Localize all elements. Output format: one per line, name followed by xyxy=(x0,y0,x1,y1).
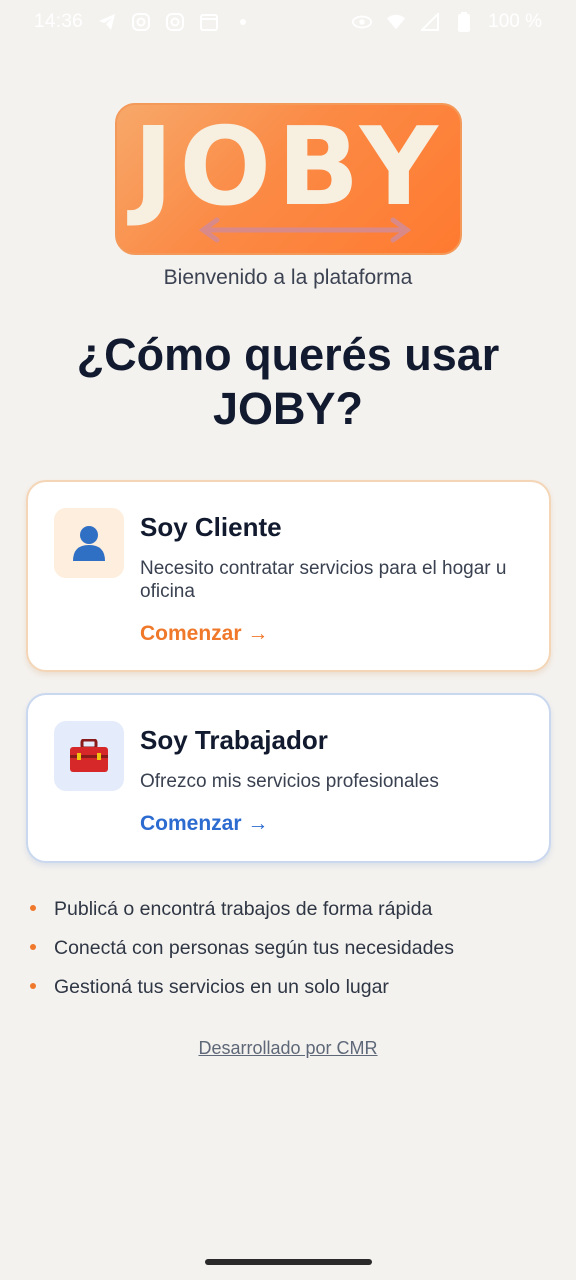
list-item: Publicá o encontrá trabajos de forma ráp… xyxy=(30,890,454,929)
signal-icon xyxy=(420,12,440,32)
list-item-text: Gestioná tus servicios en un solo lugar xyxy=(54,976,389,998)
developer-link[interactable]: Desarrollado por CMR xyxy=(0,1038,576,1059)
logo-text: JOBY xyxy=(133,105,444,230)
wifi-icon xyxy=(386,12,406,32)
list-item: Conectá con personas según tus necesidad… xyxy=(30,929,454,968)
bullet-dot-icon xyxy=(30,943,36,950)
battery-icon xyxy=(454,12,474,32)
instagram-icon xyxy=(165,12,185,32)
toolbox-icon xyxy=(54,721,124,791)
client-card-title: Soy Cliente xyxy=(140,512,282,542)
home-indicator[interactable] xyxy=(205,1259,372,1265)
list-item: Gestioná tus servicios en un solo lugar xyxy=(30,968,454,1007)
person-icon xyxy=(54,508,124,578)
list-item-text: Conectá con personas según tus necesidad… xyxy=(54,937,455,959)
bullet-dot-icon xyxy=(30,904,36,911)
logo-arrow-icon xyxy=(198,217,412,243)
client-option-card[interactable]: Soy Cliente Necesito contratar servicios… xyxy=(26,480,551,672)
dot-icon xyxy=(233,12,253,32)
page-title: ¿Cómo querés usar JOBY? xyxy=(76,329,500,434)
eye-icon xyxy=(352,12,373,32)
subtitle: Bienvenido a la plataforma xyxy=(163,266,413,289)
joby-logo: JOBY xyxy=(115,103,462,255)
worker-option-card[interactable]: Soy Trabajador Ofrezco mis servicios pro… xyxy=(26,693,551,863)
client-start-link[interactable]: Comenzar → xyxy=(140,622,268,646)
bullet-dot-icon xyxy=(30,982,36,989)
feature-list: Publicá o encontrá trabajos de forma ráp… xyxy=(30,890,454,1007)
status-bar: 14:36 100 % xyxy=(0,0,576,44)
status-left: 14:36 xyxy=(34,11,253,33)
instagram-icon xyxy=(131,12,151,32)
worker-card-description: Ofrezco mis servicios profesionales xyxy=(140,771,439,792)
worker-card-title: Soy Trabajador xyxy=(140,725,328,755)
status-time: 14:36 xyxy=(34,11,84,32)
worker-start-link[interactable]: Comenzar → xyxy=(140,812,268,836)
calendar-icon xyxy=(199,12,219,32)
client-card-description: Necesito contratar servicios para el hog… xyxy=(140,558,507,602)
telegram-icon xyxy=(97,12,117,32)
status-right: 100 % xyxy=(352,11,542,33)
list-item-text: Publicá o encontrá trabajos de forma ráp… xyxy=(54,898,433,920)
battery-percent: 100 % xyxy=(488,11,542,32)
